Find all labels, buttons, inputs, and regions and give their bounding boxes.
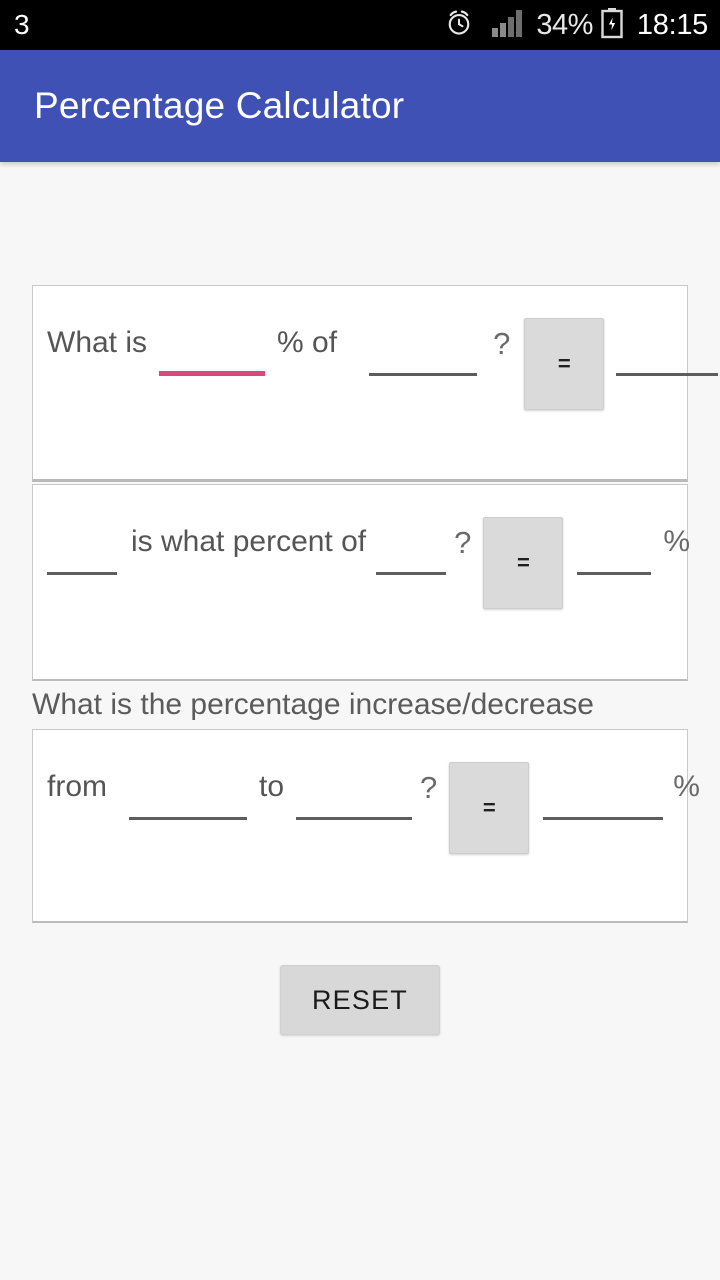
reset-button[interactable]: RESET [280, 965, 440, 1035]
alarm-clock-icon [444, 8, 474, 43]
calculator-card-what-is-percent-of: What is % of ? = [32, 285, 719, 482]
card3-from-label: from [47, 770, 107, 803]
card3-row: from to ? = % [33, 750, 700, 854]
calculator-card-is-what-percent-of: is what percent of ? = % [32, 484, 691, 681]
status-bar-icons: 34% 18:15 [444, 7, 708, 44]
increase-decrease-section-label: What is the percentage increase/decrease [32, 688, 594, 721]
card3-percent-suffix: % [673, 770, 700, 803]
card1-mid-label: % of [277, 326, 338, 359]
card2-question-mark: ? [454, 525, 472, 560]
card3-result-field[interactable] [543, 768, 664, 820]
card1-row: What is % of ? = [33, 306, 719, 410]
page-title: Percentage Calculator [34, 85, 405, 126]
card2-mid-label: is what percent of [131, 525, 367, 558]
card2-row: is what percent of ? = % [33, 505, 691, 609]
percent-value-input[interactable] [159, 324, 266, 376]
app-bar: Percentage Calculator [0, 50, 720, 162]
part-value-input[interactable] [47, 523, 117, 575]
card2-percent-suffix: % [663, 525, 691, 558]
status-bar-clock: 18:15 [636, 8, 708, 41]
card2-equals-button[interactable]: = [483, 517, 564, 609]
card3-to-label: to [259, 770, 285, 803]
status-bar-left-text: 3 [14, 9, 31, 40]
signal-bars-icon [491, 8, 525, 43]
card1-equals-button[interactable]: = [524, 318, 605, 410]
card3-question-mark: ? [420, 770, 438, 805]
reset-button-container: RESET [0, 965, 720, 1035]
card3-equals-button[interactable]: = [449, 762, 530, 854]
card1-prefix-label: What is [47, 326, 148, 359]
status-bar: 3 34% 18:15 [0, 0, 720, 50]
whole-value-input[interactable] [376, 523, 447, 575]
base-value-input[interactable] [369, 324, 478, 376]
battery-charging-icon [600, 7, 624, 44]
card1-question-mark: ? [493, 326, 511, 361]
card1-result-field[interactable] [616, 324, 719, 376]
main-content: What is % of ? = is what percent of ? = [0, 285, 720, 1035]
from-value-input[interactable] [129, 768, 247, 820]
to-value-input[interactable] [296, 768, 413, 820]
calculator-card-increase-decrease: from to ? = % [32, 729, 700, 923]
battery-percent-text: 34% [536, 8, 593, 41]
card2-result-field[interactable] [577, 523, 652, 575]
